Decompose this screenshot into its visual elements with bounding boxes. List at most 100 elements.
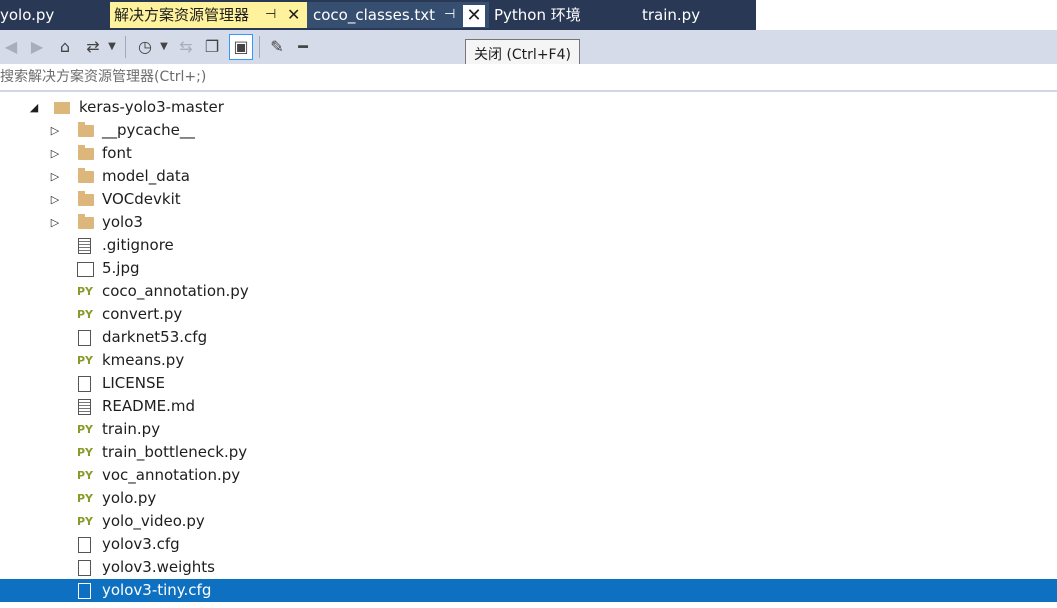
tree-node-label: darknet53.cfg bbox=[102, 328, 208, 346]
tree-file-node[interactable]: PY coco_annotation.py bbox=[0, 280, 1057, 303]
toolbar-separator bbox=[259, 36, 260, 58]
tree-node-label: font bbox=[102, 144, 132, 162]
tree-node-label: .gitignore bbox=[102, 236, 174, 254]
tree-node-label: coco_annotation.py bbox=[102, 282, 249, 300]
python-file-icon: PY bbox=[77, 446, 94, 459]
tree-node-label: yolov3.cfg bbox=[102, 535, 180, 553]
file-icon bbox=[78, 583, 91, 599]
tree-file-node[interactable]: darknet53.cfg bbox=[0, 326, 1057, 349]
tree-node-label: voc_annotation.py bbox=[102, 466, 241, 484]
home-icon[interactable]: ⌂ bbox=[54, 35, 76, 59]
file-icon bbox=[78, 560, 91, 576]
python-file-icon: PY bbox=[77, 423, 94, 436]
tree-folder-node[interactable]: ▷ font bbox=[0, 142, 1057, 165]
collapsed-arrow-icon[interactable]: ▷ bbox=[49, 142, 61, 165]
tree-file-node[interactable]: yolov3-tiny.cfg bbox=[0, 579, 1057, 602]
tab-train-py[interactable]: train.py bbox=[638, 2, 756, 28]
tree-folder-node[interactable]: ▷ VOCdevkit bbox=[0, 188, 1057, 211]
tab-label: Python 环境 bbox=[494, 6, 581, 24]
folder-icon bbox=[78, 145, 94, 160]
tree-node-label: yolo3 bbox=[102, 213, 143, 231]
tree-file-node[interactable]: PY train.py bbox=[0, 418, 1057, 441]
tree-node-label: yolov3-tiny.cfg bbox=[102, 581, 212, 599]
python-file-icon: PY bbox=[77, 492, 94, 505]
folder-icon bbox=[78, 122, 94, 137]
close-tab-button[interactable]: ✕ bbox=[463, 5, 485, 27]
tree-file-node[interactable]: LICENSE bbox=[0, 372, 1057, 395]
sync-icon[interactable]: ⇆ bbox=[176, 35, 196, 59]
tree-node-label: README.md bbox=[102, 397, 196, 415]
tree-folder-node[interactable]: ▷ yolo3 bbox=[0, 211, 1057, 234]
tree-node-label: LICENSE bbox=[102, 374, 165, 392]
folder-open-icon bbox=[54, 102, 70, 114]
folder-icon bbox=[78, 168, 94, 183]
tree-node-label: train.py bbox=[102, 420, 161, 438]
collapsed-arrow-icon[interactable]: ▷ bbox=[49, 188, 61, 211]
tab-yolo-py[interactable]: yolo.py bbox=[0, 2, 108, 28]
python-file-icon: PY bbox=[77, 308, 94, 321]
tree-file-node[interactable]: PY train_bottleneck.py bbox=[0, 441, 1057, 464]
python-file-icon: PY bbox=[77, 285, 94, 298]
forward-icon[interactable]: ▶ bbox=[28, 35, 46, 59]
tree-file-node[interactable]: PY voc_annotation.py bbox=[0, 464, 1057, 487]
text-file-icon bbox=[78, 399, 91, 415]
expanded-arrow-icon[interactable]: ◢ bbox=[28, 96, 40, 119]
tree-node-label: model_data bbox=[102, 167, 190, 185]
tree-node-label: __pycache__ bbox=[102, 121, 195, 139]
file-icon bbox=[78, 330, 91, 346]
document-tab-strip: yolo.py 解决方案资源管理器 ⊣ ✕ coco_classes.txt ⊣… bbox=[0, 0, 1057, 30]
chevron-down-icon[interactable]: ▼ bbox=[106, 35, 118, 59]
tab-label: 解决方案资源管理器 bbox=[114, 6, 250, 24]
tree-file-node[interactable]: yolov3.weights bbox=[0, 556, 1057, 579]
pin-icon[interactable]: ⊣ bbox=[265, 2, 276, 28]
tab-solution-explorer[interactable]: 解决方案资源管理器 ⊣ ✕ bbox=[110, 2, 307, 28]
python-file-icon: PY bbox=[77, 354, 94, 367]
toolbar-separator bbox=[125, 36, 126, 58]
tree-node-label: 5.jpg bbox=[102, 259, 140, 277]
file-icon bbox=[78, 537, 91, 553]
tree-node-label: keras-yolo3-master bbox=[79, 98, 224, 116]
tab-python-environments[interactable]: Python 环境 bbox=[490, 2, 630, 28]
properties-icon[interactable]: ✎ bbox=[266, 35, 288, 59]
folder-icon bbox=[78, 214, 94, 229]
collapsed-arrow-icon[interactable]: ▷ bbox=[49, 165, 61, 188]
preview-icon[interactable]: ━ bbox=[292, 35, 314, 59]
tab-label: yolo.py bbox=[0, 6, 55, 24]
file-icon bbox=[78, 376, 91, 392]
tree-node-label: yolo.py bbox=[102, 489, 157, 507]
tree-file-node[interactable]: 5.jpg bbox=[0, 257, 1057, 280]
chevron-down-icon[interactable]: ▼ bbox=[158, 35, 170, 59]
tree-file-node[interactable]: PY kmeans.py bbox=[0, 349, 1057, 372]
tab-label: train.py bbox=[642, 6, 701, 24]
tree-file-node[interactable]: README.md bbox=[0, 395, 1057, 418]
tree-file-node[interactable]: PY convert.py bbox=[0, 303, 1057, 326]
tree-node-label: convert.py bbox=[102, 305, 183, 323]
tree-file-node[interactable]: .gitignore bbox=[0, 234, 1057, 257]
collapsed-arrow-icon[interactable]: ▷ bbox=[49, 119, 61, 142]
tree-file-node[interactable]: PY yolo_video.py bbox=[0, 510, 1057, 533]
tree-file-node[interactable]: PY yolo.py bbox=[0, 487, 1057, 510]
tab-label: coco_classes.txt bbox=[313, 6, 436, 24]
folder-icon bbox=[78, 191, 94, 206]
tree-node-label: train_bottleneck.py bbox=[102, 443, 248, 461]
pin-icon[interactable]: ⊣ bbox=[444, 2, 455, 28]
tree-root-node[interactable]: ◢ keras-yolo3-master bbox=[0, 96, 1057, 119]
tree-file-node[interactable]: yolov3.cfg bbox=[0, 533, 1057, 556]
tree-node-label: VOCdevkit bbox=[102, 190, 181, 208]
text-file-icon bbox=[78, 238, 91, 254]
tree-node-label: yolo_video.py bbox=[102, 512, 205, 530]
switch-views-icon[interactable]: ⇄ bbox=[82, 35, 104, 59]
search-input[interactable] bbox=[0, 66, 600, 88]
tree-folder-node[interactable]: ▷ model_data bbox=[0, 165, 1057, 188]
tree-folder-node[interactable]: ▷ __pycache__ bbox=[0, 119, 1057, 142]
collapsed-arrow-icon[interactable]: ▷ bbox=[49, 211, 61, 234]
tree-node-label: kmeans.py bbox=[102, 351, 185, 369]
history-icon[interactable]: ◷ bbox=[135, 35, 155, 59]
collapse-icon[interactable]: ❐ bbox=[202, 35, 222, 59]
close-icon[interactable]: ✕ bbox=[287, 2, 300, 28]
tree-node-label: yolov3.weights bbox=[102, 558, 215, 576]
back-icon[interactable]: ◀ bbox=[2, 35, 20, 59]
python-file-icon: PY bbox=[77, 469, 94, 482]
tab-coco-classes[interactable]: coco_classes.txt ⊣ bbox=[307, 2, 489, 28]
show-all-files-icon[interactable]: ▣ bbox=[229, 34, 253, 60]
